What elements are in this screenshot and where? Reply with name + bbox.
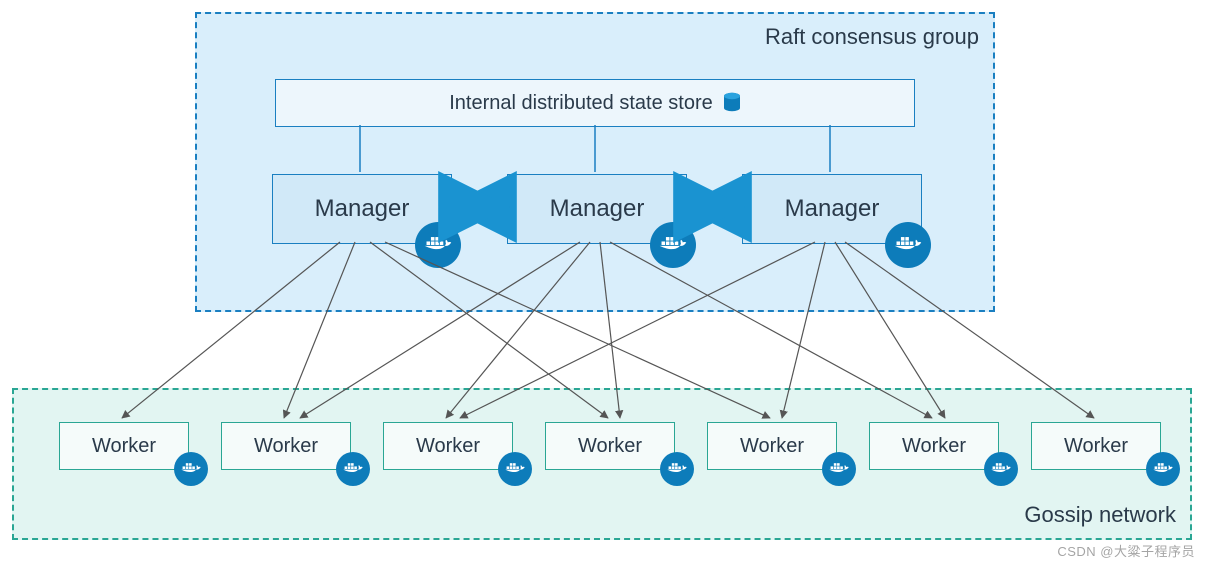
worker-node-6: Worker [869,422,999,470]
worker-node-3: Worker [383,422,513,470]
docker-whale-icon [1146,452,1180,486]
gossip-network-label: Gossip network [1024,502,1176,528]
state-store-label: Internal distributed state store [449,92,712,115]
docker-whale-icon [650,222,696,268]
watermark-text: CSDN @大粱子程序员 [1057,541,1195,560]
state-store-box: Internal distributed state store [275,79,915,127]
worker-label: Worker [1064,435,1128,458]
raft-consensus-label: Raft consensus group [765,24,979,50]
database-icon [723,92,741,114]
worker-node-2: Worker [221,422,351,470]
worker-label: Worker [92,435,156,458]
docker-whale-icon [336,452,370,486]
manager-label: Manager [785,195,880,223]
diagram-canvas: Gossip network Worker Worker Worker Work… [0,0,1207,566]
worker-label: Worker [740,435,804,458]
docker-whale-icon [822,452,856,486]
gossip-network-group: Gossip network Worker Worker Worker Work… [12,388,1192,540]
docker-whale-icon [885,222,931,268]
manager-label: Manager [315,195,410,223]
worker-label: Worker [254,435,318,458]
manager-label: Manager [550,195,645,223]
worker-label: Worker [578,435,642,458]
docker-whale-icon [174,452,208,486]
worker-label: Worker [902,435,966,458]
docker-whale-icon [984,452,1018,486]
worker-node-5: Worker [707,422,837,470]
raft-consensus-group: Raft consensus group Internal distribute… [195,12,995,312]
docker-whale-icon [498,452,532,486]
worker-label: Worker [416,435,480,458]
worker-node-7: Worker [1031,422,1161,470]
worker-node-4: Worker [545,422,675,470]
docker-whale-icon [660,452,694,486]
docker-whale-icon [415,222,461,268]
worker-node-1: Worker [59,422,189,470]
